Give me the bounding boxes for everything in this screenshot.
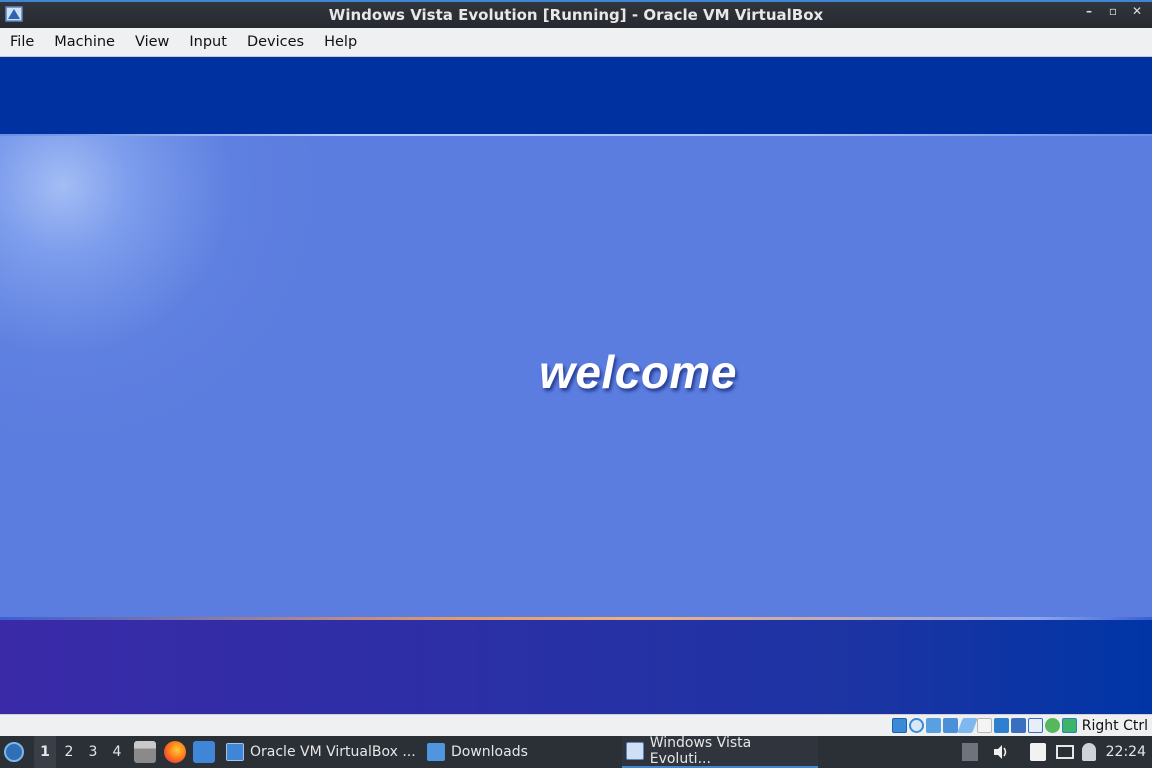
host-key-label: Right Ctrl xyxy=(1081,717,1148,734)
virtualbox-vm-icon xyxy=(626,742,644,760)
task-label: Downloads xyxy=(451,744,528,760)
notifications-button[interactable] xyxy=(1082,736,1096,768)
restore-button[interactable]: ▫ xyxy=(1106,4,1120,18)
firefox-icon[interactable] xyxy=(164,741,186,763)
folder-icon xyxy=(427,743,445,761)
chevron-up-icon xyxy=(962,743,978,761)
welcome-top-band xyxy=(0,57,1152,134)
volume-button[interactable] xyxy=(992,736,1010,768)
task-virtualbox-manager[interactable]: Oracle VM VirtualBox ... xyxy=(222,736,420,768)
usb-icon[interactable] xyxy=(957,718,978,733)
clock[interactable]: 22:24 xyxy=(1106,736,1146,768)
task-downloads[interactable]: Downloads xyxy=(423,736,532,768)
welcome-text: welcome xyxy=(539,346,737,398)
menu-devices[interactable]: Devices xyxy=(237,28,314,57)
taskbar: 1 2 3 4 Oracle VM VirtualBox ... Downloa… xyxy=(0,735,1152,768)
task-label: Windows Vista Evoluti... xyxy=(649,735,752,767)
workspace-2[interactable]: 2 xyxy=(58,736,80,768)
workspace-3[interactable]: 3 xyxy=(82,736,104,768)
workspace-4[interactable]: 4 xyxy=(106,736,128,768)
welcome-bottom-band xyxy=(0,620,1152,714)
keyboard-icon[interactable] xyxy=(1061,718,1077,733)
close-button[interactable]: ✕ xyxy=(1130,4,1144,18)
network-icon xyxy=(1056,745,1074,759)
network-icon[interactable] xyxy=(942,718,958,733)
hard-disk-icon[interactable] xyxy=(891,718,907,733)
start-menu-button[interactable] xyxy=(4,736,28,768)
show-desktop-icon[interactable] xyxy=(193,741,215,763)
network-tray-button[interactable] xyxy=(1056,736,1074,768)
notification-icon xyxy=(1082,743,1096,761)
clipboard-icon xyxy=(1030,743,1046,761)
menu-input[interactable]: Input xyxy=(179,28,237,57)
menu-file[interactable]: File xyxy=(0,28,44,57)
shared-folders-icon[interactable] xyxy=(976,718,992,733)
window-title: Windows Vista Evolution [Running] - Orac… xyxy=(328,6,824,24)
task-windows-vista-vm[interactable]: Windows Vista Evoluti... xyxy=(622,735,818,768)
minimize-button[interactable]: – xyxy=(1082,4,1096,18)
distro-logo-icon xyxy=(4,742,24,762)
menu-view[interactable]: View xyxy=(125,28,179,57)
menu-bar: File Machine View Input Devices Help xyxy=(0,28,1152,57)
mouse-integration-icon[interactable] xyxy=(1044,718,1060,733)
menu-help[interactable]: Help xyxy=(314,28,367,57)
audio-icon[interactable] xyxy=(925,718,941,733)
files-launcher-icon[interactable] xyxy=(134,741,156,763)
optical-drive-icon[interactable] xyxy=(908,718,924,733)
vm-display[interactable]: welcome xyxy=(0,57,1152,714)
virtualbox-icon xyxy=(5,6,23,22)
window-titlebar[interactable]: Windows Vista Evolution [Running] - Orac… xyxy=(0,0,1152,28)
task-label: Oracle VM VirtualBox ... xyxy=(250,744,416,760)
video-capture-icon[interactable] xyxy=(1010,718,1026,733)
vm-status-bar: Right Ctrl xyxy=(0,714,1152,736)
workspace-1[interactable]: 1 xyxy=(34,736,56,768)
virtualbox-icon xyxy=(226,743,244,761)
clipboard-button[interactable] xyxy=(1030,736,1046,768)
menu-machine[interactable]: Machine xyxy=(44,28,125,57)
display-icon[interactable] xyxy=(993,718,1009,733)
tray-expand-button[interactable] xyxy=(962,736,978,768)
volume-icon xyxy=(994,745,1007,759)
virtualization-icon[interactable] xyxy=(1027,718,1043,733)
